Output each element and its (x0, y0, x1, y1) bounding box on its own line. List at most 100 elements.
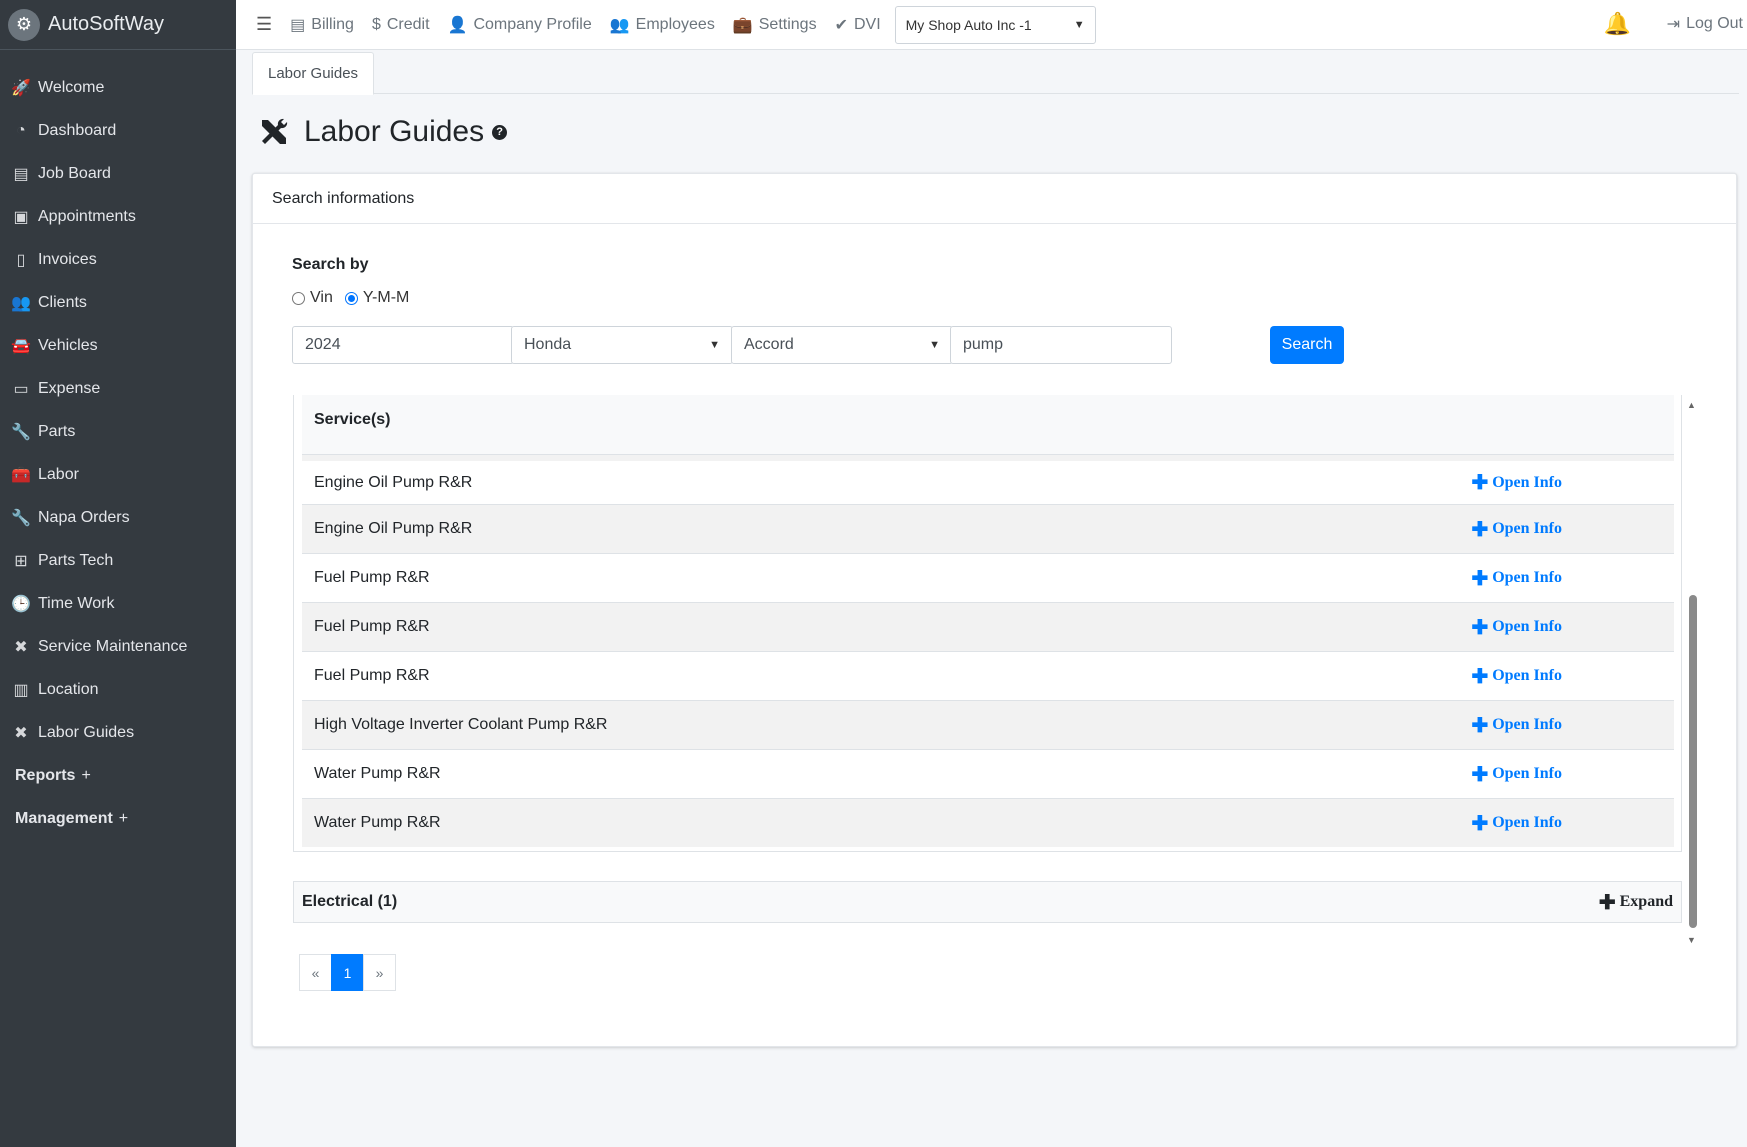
sidebar-item-vehicles[interactable]: 🚘 Vehicles (0, 324, 236, 367)
sidebar-item-napa-orders[interactable]: 🔧 Napa Orders (0, 496, 236, 539)
table-row: Water Pump R&R ✚ Open Info (302, 798, 1674, 847)
services-rows: Engine Oil Pump R&R ✚ Open Info Engine Oil… (302, 455, 1674, 847)
sidebar: ⚙ AutoSoftWay 🚀 Welcome ◔ Dashboard ▤ Job B… (0, 0, 236, 1147)
section-label: Management (15, 809, 113, 827)
tab-labor-guides[interactable]: Labor Guides (252, 52, 375, 95)
open-info-button[interactable]: ✚ Open Info (1471, 615, 1562, 640)
open-info-button[interactable]: ✚ Open Info (1471, 713, 1562, 738)
table-row: Engine Oil Pump R&R ✚ Open Info (302, 455, 1674, 504)
scroll-up-arrow-icon[interactable]: ▲ (1687, 400, 1696, 410)
sidebar-item-service-maintenance[interactable]: ✖ Service Maintenance (0, 625, 236, 668)
sidebar-section-reports[interactable]: Reports + (0, 754, 236, 797)
tools-icon: ✖ (14, 724, 28, 742)
pagination-prev[interactable]: « (299, 954, 332, 991)
open-info-label: Open Info (1492, 765, 1562, 782)
brand[interactable]: ⚙ AutoSoftWay (0, 0, 236, 50)
sidebar-item-parts[interactable]: 🔧 Parts (0, 410, 236, 453)
service-name: Water Pump R&R (314, 814, 441, 831)
nav-label: Company Profile (473, 15, 592, 33)
sidebar-item-parts-tech[interactable]: ⊞ Parts Tech (0, 539, 236, 582)
sidebar-item-label: Napa Orders (38, 508, 130, 526)
open-info-button[interactable]: ✚ Open Info (1471, 470, 1562, 495)
sidebar-item-label: Dashboard (38, 121, 117, 139)
sidebar-item-job-board[interactable]: ▤ Job Board (0, 152, 236, 195)
expand-plus-icon: + (81, 766, 91, 784)
user-icon: 👤 (447, 16, 468, 34)
model-select[interactable]: Accord ▼ (731, 326, 953, 364)
scrollbar-thumb[interactable] (1689, 595, 1697, 928)
map-icon: ▥ (13, 681, 29, 699)
expand-button[interactable]: ✚ Expand (1599, 890, 1673, 915)
sidebar-item-time-work[interactable]: 🕒 Time Work (0, 582, 236, 625)
sidebar-item-dashboard[interactable]: ◔ Dashboard (0, 109, 236, 152)
shop-select[interactable]: My Shop Auto Inc -1 ▼ (894, 5, 1096, 44)
service-name: High Voltage Inverter Coolant Pump R&R (314, 716, 608, 733)
bell-icon[interactable]: 🔔 (1604, 11, 1631, 37)
sidebar-item-labor-guides[interactable]: ✖ Labor Guides (0, 711, 236, 754)
sidebar-item-invoices[interactable]: ▯ Invoices (0, 238, 236, 281)
pagination-next[interactable]: » (363, 954, 396, 991)
sidebar-item-clients[interactable]: 👥 Clients (0, 281, 236, 324)
sidebar-item-expense[interactable]: ▭ Expense (0, 367, 236, 410)
sign-out-icon: ⇥ (1666, 16, 1681, 33)
rocket-icon: 🚀 (11, 79, 31, 97)
nav-employees[interactable]: 👥 Employees (610, 15, 715, 35)
radio-vin[interactable] (292, 291, 305, 305)
search-button[interactable]: Search (1270, 326, 1344, 364)
hamburger-menu-icon[interactable]: ☰ (256, 14, 272, 35)
nav-credit[interactable]: $ Credit (372, 16, 430, 34)
logout-link[interactable]: ⇥ Log Out (1667, 14, 1743, 34)
nav-settings[interactable]: 💼 Settings (733, 15, 817, 35)
help-icon[interactable]: ? (492, 124, 508, 140)
pagination-page-1[interactable]: 1 (331, 954, 364, 991)
services-table: Service(s) Engine Oil Pump R&R ✚ Open Info… (293, 395, 1682, 852)
nav-label: Credit (386, 15, 430, 33)
radio-ymm[interactable] (344, 291, 358, 305)
sidebar-section-management[interactable]: Management + (0, 797, 236, 840)
open-info-button[interactable]: ✚ Open Info (1471, 811, 1562, 836)
clock-icon: 🕒 (11, 595, 31, 613)
sidebar-item-label: Parts (38, 422, 76, 440)
sidebar-item-label: Vehicles (38, 336, 98, 354)
wrench-icon: 🔧 (11, 423, 31, 441)
results-scrollbar[interactable]: ▲ ▼ (1687, 400, 1699, 945)
open-info-button[interactable]: ✚ Open Info (1471, 517, 1562, 542)
service-name: Engine Oil Pump R&R (314, 520, 473, 537)
open-info-button[interactable]: ✚ Open Info (1471, 566, 1562, 591)
gauge-icon: ◔ (16, 121, 26, 139)
wrench-icon: 🔧 (11, 509, 31, 527)
nav-company-profile[interactable]: 👤 Company Profile (448, 15, 592, 35)
plus-icon: ✚ (1471, 472, 1489, 494)
chevron-down-icon: ▼ (709, 339, 720, 351)
year-input[interactable]: 2024 (292, 326, 514, 364)
electrical-group[interactable]: Electrical (1) ✚ Expand (293, 881, 1682, 923)
open-info-label: Open Info (1492, 618, 1562, 635)
plus-icon: ✚ (1598, 891, 1616, 914)
plus-icon: ✚ (1471, 616, 1489, 639)
cash-register-icon: ▤ (290, 16, 306, 34)
plus-icon: ✚ (1471, 714, 1489, 737)
sidebar-item-labor[interactable]: 🧰 Labor (0, 453, 236, 496)
open-info-button[interactable]: ✚ Open Info (1471, 762, 1562, 787)
table-row: Fuel Pump R&R ✚ Open Info (302, 602, 1674, 651)
scroll-down-arrow-icon[interactable]: ▼ (1687, 935, 1696, 945)
brand-name: AutoSoftWay (48, 13, 164, 35)
open-info-button[interactable]: ✚ Open Info (1471, 664, 1562, 689)
sidebar-item-label: Time Work (38, 594, 115, 612)
make-select[interactable]: Honda ▼ (511, 326, 733, 364)
table-row: Fuel Pump R&R ✚ Open Info (302, 553, 1674, 602)
group-label: Electrical (1) (302, 893, 398, 910)
gear-logo-icon: ⚙ (8, 8, 40, 41)
sidebar-item-label: Expense (38, 379, 101, 397)
nav-label: Billing (311, 15, 354, 33)
tools-icon (262, 118, 288, 144)
logout-label: Log Out (1686, 15, 1743, 32)
sidebar-item-appointments[interactable]: ▣ Appointments (0, 195, 236, 238)
keyword-input[interactable]: pump (950, 326, 1172, 364)
make-value: Honda (524, 336, 572, 353)
check-icon: ✔ (834, 16, 848, 34)
sidebar-item-welcome[interactable]: 🚀 Welcome (0, 66, 236, 109)
nav-dvi[interactable]: ✔ DVI (835, 15, 881, 35)
sidebar-item-location[interactable]: ▥ Location (0, 668, 236, 711)
nav-billing[interactable]: ▤ Billing (290, 15, 354, 35)
